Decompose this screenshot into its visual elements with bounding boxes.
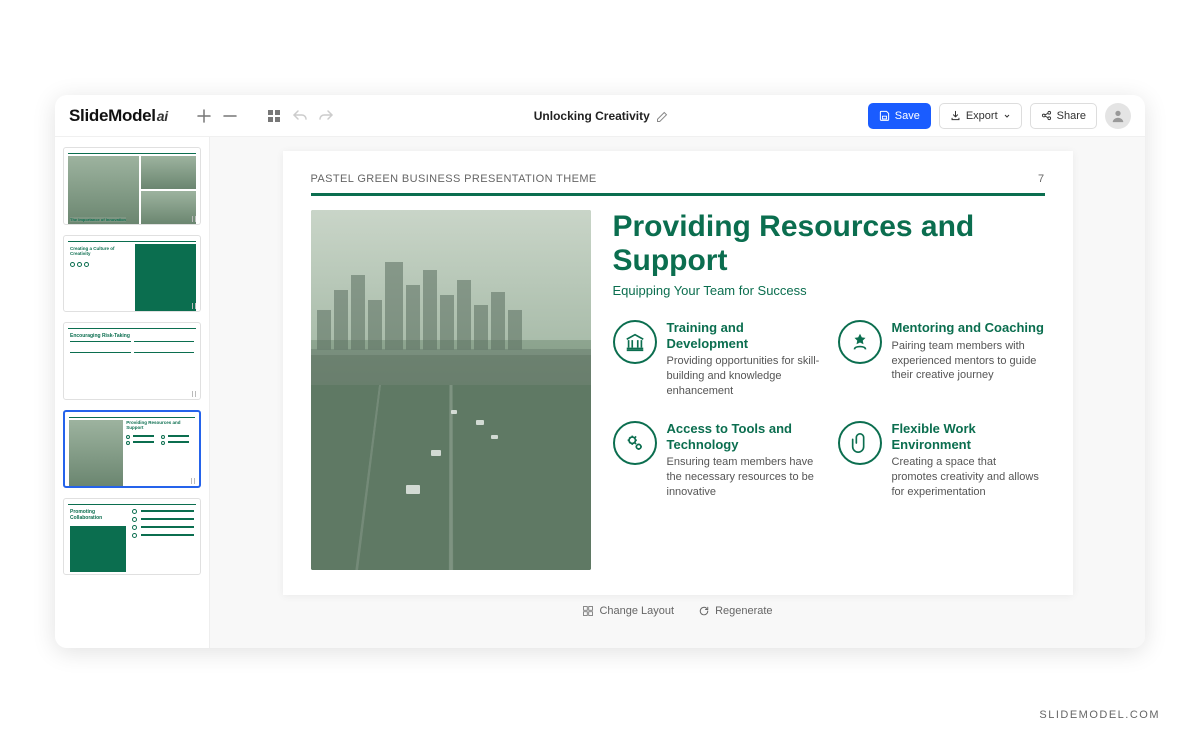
feature-title: Training and Development: [667, 320, 820, 351]
topbar: SlideModelai Unlocking Creativity Save E…: [55, 95, 1145, 137]
right-actions: Save Export Share: [868, 103, 1131, 129]
undo-icon[interactable]: [292, 108, 308, 124]
canvas: PASTEL GREEN BUSINESS PRESENTATION THEME…: [210, 137, 1145, 648]
slide-thumbnail-2[interactable]: Creating a Culture of Creativity: [63, 235, 201, 313]
star-person-icon: [838, 320, 882, 364]
add-slide-icon[interactable]: [196, 108, 212, 124]
slide-action-bar: Change Layout Regenerate: [582, 605, 772, 617]
regenerate-button[interactable]: Regenerate: [698, 605, 773, 617]
slide-number: 7: [1038, 173, 1045, 185]
thumb-title: Creating a Culture of Creativity: [70, 246, 131, 256]
drag-handle-icon[interactable]: [190, 391, 198, 397]
slide-thumbnail-1[interactable]: The Importance of Innovation: [63, 147, 201, 225]
brand-name: SlideModel: [69, 106, 156, 125]
export-button[interactable]: Export: [939, 103, 1022, 129]
drag-handle-icon[interactable]: [189, 478, 197, 484]
remove-slide-icon[interactable]: [222, 108, 238, 124]
slide-content: Providing Resources and Support Equippin…: [613, 210, 1045, 580]
slide-subtitle: Equipping Your Team for Success: [613, 283, 1045, 298]
change-layout-label: Change Layout: [599, 605, 674, 617]
app-window: SlideModelai Unlocking Creativity Save E…: [55, 95, 1145, 648]
feature-title: Flexible Work Environment: [892, 421, 1045, 452]
feature-flexible: Flexible Work Environment Creating a spa…: [838, 421, 1045, 500]
body-area: The Importance of Innovation Creating a …: [55, 137, 1145, 648]
slide-thumbnail-4[interactable]: Providing Resources and Support: [63, 410, 201, 488]
brand-suffix: ai: [157, 108, 168, 124]
slide-thumbnail-3[interactable]: Encouraging Risk-Taking: [63, 322, 201, 400]
share-button[interactable]: Share: [1030, 103, 1097, 129]
institution-icon: [613, 320, 657, 364]
change-layout-button[interactable]: Change Layout: [582, 605, 674, 617]
watermark: SLIDEMODEL.COM: [1039, 709, 1160, 721]
gears-icon: [613, 421, 657, 465]
slide-thumbnail-5[interactable]: Promoting Collaboration: [63, 498, 201, 576]
paperclip-icon: [838, 421, 882, 465]
feature-title: Access to Tools and Technology: [667, 421, 820, 452]
feature-desc: Pairing team members with experienced me…: [892, 339, 1045, 384]
thumb-title: Encouraging Risk-Taking: [70, 333, 130, 339]
feature-desc: Providing opportunities for skill-buildi…: [667, 354, 820, 399]
thumb-title: Promoting Collaboration: [70, 509, 126, 521]
chevron-down-icon: [1003, 112, 1011, 120]
slide-main[interactable]: PASTEL GREEN BUSINESS PRESENTATION THEME…: [283, 151, 1073, 595]
theme-label: PASTEL GREEN BUSINESS PRESENTATION THEME: [311, 173, 597, 185]
drag-handle-icon[interactable]: [190, 216, 198, 222]
edit-title-icon[interactable]: [656, 110, 668, 122]
brand-logo: SlideModelai: [69, 106, 168, 126]
feature-tools: Access to Tools and Technology Ensuring …: [613, 421, 820, 500]
save-label: Save: [895, 110, 920, 122]
grid-view-icon[interactable]: [266, 108, 282, 124]
export-label: Export: [966, 110, 998, 122]
thumb-title: Providing Resources and Support: [126, 421, 194, 431]
presentation-title: Unlocking Creativity: [534, 109, 650, 123]
save-button[interactable]: Save: [868, 103, 931, 129]
feature-desc: Creating a space that promotes creativit…: [892, 455, 1045, 500]
slide-sidebar: The Importance of Innovation Creating a …: [55, 137, 210, 648]
feature-title: Mentoring and Coaching: [892, 320, 1045, 336]
feature-mentoring: Mentoring and Coaching Pairing team memb…: [838, 320, 1045, 399]
title-center: Unlocking Creativity: [344, 109, 858, 123]
thumb-title: The Importance of Innovation: [70, 217, 126, 222]
feature-desc: Ensuring team members have the necessary…: [667, 455, 820, 500]
drag-handle-icon[interactable]: [190, 303, 198, 309]
share-label: Share: [1057, 110, 1086, 122]
feature-grid: Training and Development Providing oppor…: [613, 320, 1045, 499]
slide-title: Providing Resources and Support: [613, 210, 1045, 277]
slide-body: Providing Resources and Support Equippin…: [311, 210, 1045, 580]
slide-image: [311, 210, 591, 570]
slide-meta: PASTEL GREEN BUSINESS PRESENTATION THEME…: [311, 173, 1045, 185]
feature-training: Training and Development Providing oppor…: [613, 320, 820, 399]
redo-icon[interactable]: [318, 108, 334, 124]
regenerate-label: Regenerate: [715, 605, 773, 617]
toolbar-group-layout: [266, 108, 334, 124]
user-avatar[interactable]: [1105, 103, 1131, 129]
slide-rule: [311, 193, 1045, 196]
toolbar-group-edit: [196, 108, 238, 124]
